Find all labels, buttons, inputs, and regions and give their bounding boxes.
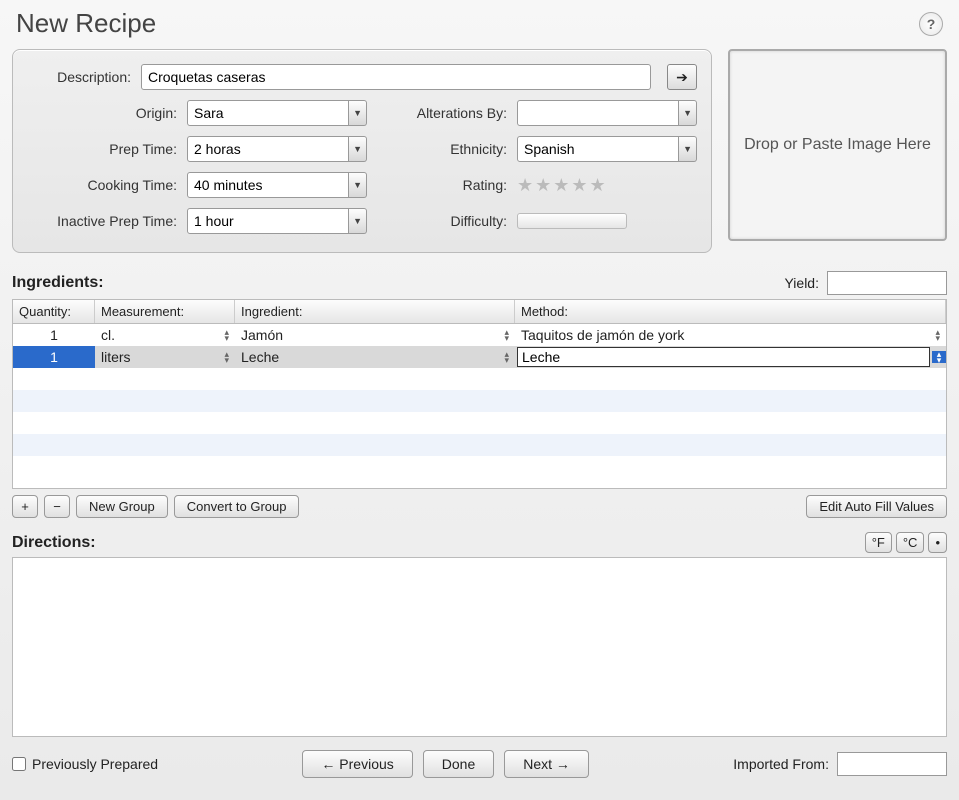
celsius-button[interactable]: °C	[896, 532, 925, 553]
alterations-combo[interactable]: ▼	[517, 100, 697, 126]
chevron-down-icon[interactable]: ▼	[349, 100, 367, 126]
previously-prepared-label: Previously Prepared	[32, 756, 158, 772]
prep-time-combo[interactable]: ▼	[187, 136, 367, 162]
previously-prepared-checkbox[interactable]: Previously Prepared	[12, 756, 158, 772]
origin-input[interactable]	[187, 100, 349, 126]
cell-quantity[interactable]: 1	[13, 346, 95, 368]
cell-ingredient[interactable]: Jamón	[235, 324, 515, 346]
ingredients-table: Quantity: Measurement: Ingredient: Metho…	[12, 299, 947, 489]
stepper-icon[interactable]	[224, 329, 229, 341]
chevron-down-icon[interactable]: ▼	[349, 136, 367, 162]
th-method[interactable]: Method:	[515, 300, 946, 323]
table-row[interactable]	[13, 412, 946, 434]
stepper-icon[interactable]	[932, 351, 946, 363]
table-header: Quantity: Measurement: Ingredient: Metho…	[13, 300, 946, 324]
table-row[interactable]: 1 cl. Jamón Taquitos de jamón de york	[13, 324, 946, 346]
arrow-right-icon: ➔	[676, 69, 688, 86]
difficulty-slider[interactable]	[517, 213, 627, 229]
add-ingredient-button[interactable]: +	[12, 495, 38, 518]
stepper-icon[interactable]	[504, 351, 509, 363]
next-button[interactable]: Next →	[504, 750, 589, 778]
chevron-down-icon[interactable]: ▼	[349, 172, 367, 198]
chevron-down-icon[interactable]: ▼	[679, 100, 697, 126]
rating-stars[interactable]: ★★★★★	[517, 175, 697, 196]
label-cooking-time: Cooking Time:	[27, 177, 177, 193]
done-button[interactable]: Done	[423, 750, 494, 778]
ethnicity-combo[interactable]: ▼	[517, 136, 697, 162]
cooking-time-input[interactable]	[187, 172, 349, 198]
image-drop-label: Drop or Paste Image Here	[744, 136, 931, 154]
stepper-icon[interactable]	[224, 351, 229, 363]
ingredients-heading: Ingredients:	[12, 274, 104, 292]
table-row[interactable]	[13, 368, 946, 390]
cell-measurement[interactable]: liters	[95, 346, 235, 368]
bullet-button[interactable]: •	[928, 532, 947, 553]
previous-button[interactable]: ← Previous	[302, 750, 412, 778]
label-inactive-prep: Inactive Prep Time:	[27, 213, 177, 229]
directions-textarea[interactable]	[12, 557, 947, 737]
yield-input[interactable]	[827, 271, 947, 295]
image-drop-zone[interactable]: Drop or Paste Image Here	[728, 49, 947, 241]
description-input[interactable]	[141, 64, 651, 90]
method-edit-input[interactable]	[517, 347, 930, 367]
cell-ingredient[interactable]: Leche	[235, 346, 515, 368]
cell-measurement[interactable]: cl.	[95, 324, 235, 346]
cell-method[interactable]: Taquitos de jamón de york	[515, 324, 946, 346]
page-title: New Recipe	[16, 8, 156, 39]
table-row[interactable]	[13, 456, 946, 478]
label-difficulty: Difficulty:	[377, 213, 507, 229]
label-origin: Origin:	[27, 105, 177, 121]
label-description: Description:	[27, 69, 131, 85]
cooking-time-combo[interactable]: ▼	[187, 172, 367, 198]
label-yield: Yield:	[784, 275, 819, 291]
edit-autofill-button[interactable]: Edit Auto Fill Values	[806, 495, 947, 518]
recipe-form-panel: Description: ➔ Origin: ▼ Alterations By:…	[12, 49, 712, 253]
fahrenheit-button[interactable]: °F	[865, 532, 892, 553]
imported-from-input[interactable]	[837, 752, 947, 776]
convert-to-group-button[interactable]: Convert to Group	[174, 495, 300, 518]
description-go-button[interactable]: ➔	[667, 64, 697, 90]
inactive-prep-input[interactable]	[187, 208, 349, 234]
table-row[interactable]: 1 liters Leche	[13, 346, 946, 368]
table-row[interactable]	[13, 390, 946, 412]
cell-method[interactable]	[515, 346, 946, 368]
ethnicity-input[interactable]	[517, 136, 679, 162]
th-ingredient[interactable]: Ingredient:	[235, 300, 515, 323]
th-measurement[interactable]: Measurement:	[95, 300, 235, 323]
help-button[interactable]: ?	[919, 12, 943, 36]
chevron-down-icon[interactable]: ▼	[349, 208, 367, 234]
stepper-icon[interactable]	[504, 329, 509, 341]
previously-prepared-input[interactable]	[12, 757, 26, 771]
label-imported-from: Imported From:	[733, 756, 829, 772]
stepper-icon[interactable]	[935, 329, 940, 341]
origin-combo[interactable]: ▼	[187, 100, 367, 126]
table-row[interactable]	[13, 434, 946, 456]
prep-time-input[interactable]	[187, 136, 349, 162]
alterations-input[interactable]	[517, 100, 679, 126]
label-prep-time: Prep Time:	[27, 141, 177, 157]
cell-quantity[interactable]: 1	[13, 324, 95, 346]
directions-heading: Directions:	[12, 534, 96, 552]
inactive-prep-combo[interactable]: ▼	[187, 208, 367, 234]
remove-ingredient-button[interactable]: −	[44, 495, 70, 518]
th-quantity[interactable]: Quantity:	[13, 300, 95, 323]
label-ethnicity: Ethnicity:	[377, 141, 507, 157]
label-alterations: Alterations By:	[377, 105, 507, 121]
label-rating: Rating:	[377, 177, 507, 193]
chevron-down-icon[interactable]: ▼	[679, 136, 697, 162]
new-group-button[interactable]: New Group	[76, 495, 168, 518]
